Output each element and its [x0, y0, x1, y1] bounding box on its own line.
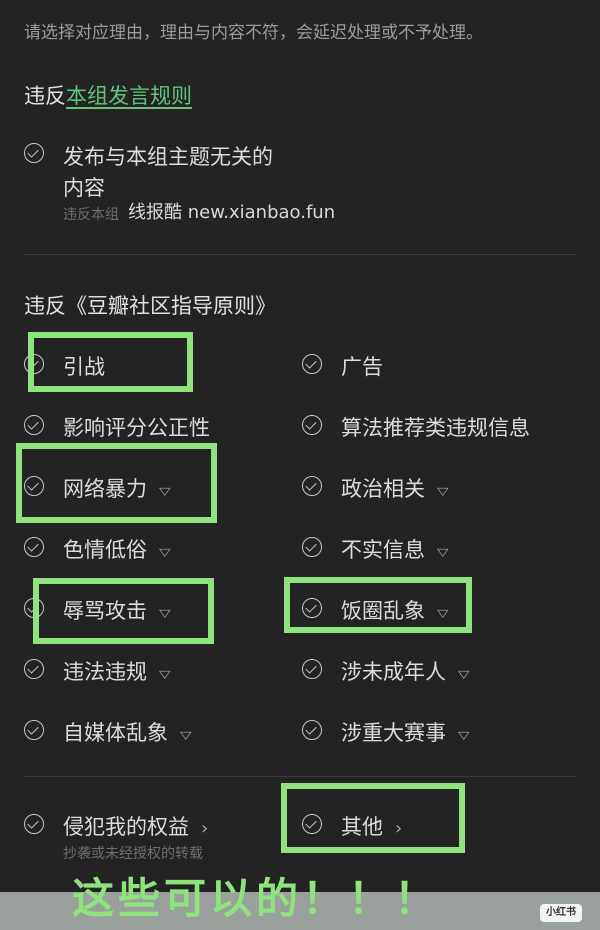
- option-off-topic-desc: 违反本组: [63, 207, 119, 223]
- option-ads[interactable]: 广告: [341, 351, 383, 381]
- report-notice: 请选择对应理由，理由与内容不符，会延迟处理或不予处理。: [24, 23, 483, 43]
- option-rating-fairness[interactable]: 影响评分公正性: [63, 412, 210, 442]
- check-circle-icon[interactable]: [302, 354, 322, 374]
- check-circle-icon[interactable]: [302, 720, 322, 740]
- check-circle-icon[interactable]: [24, 415, 44, 435]
- chevron-down-icon: ▽: [458, 728, 470, 742]
- chevron-down-icon: ▽: [180, 728, 192, 742]
- highlight-box: [33, 578, 214, 644]
- divider: [24, 776, 577, 777]
- section-title-group-rules: 违反本组发言规则: [24, 80, 192, 110]
- option-politics[interactable]: 政治相关 ▽: [341, 473, 449, 503]
- check-circle-icon[interactable]: [302, 415, 322, 435]
- group-rules-link[interactable]: 本组发言规则: [66, 84, 192, 108]
- option-rights-infringement[interactable]: 侵犯我的权益 ›: [63, 811, 208, 841]
- option-major-events[interactable]: 涉重大赛事 ▽: [341, 717, 470, 747]
- section-prefix: 违反: [24, 84, 66, 108]
- rights-infringement-desc: 抄袭或未经授权的转载: [63, 846, 203, 862]
- annotation-caption: 这些可以的！！！: [72, 874, 441, 923]
- divider: [24, 254, 577, 255]
- option-misinformation[interactable]: 不实信息 ▽: [341, 534, 449, 564]
- chevron-down-icon: ▽: [159, 667, 171, 681]
- check-circle-icon[interactable]: [24, 143, 44, 163]
- option-off-topic[interactable]: 发布与本组主题无关的: [63, 141, 273, 171]
- check-circle-icon[interactable]: [24, 537, 44, 557]
- chevron-down-icon: ▽: [159, 545, 171, 559]
- check-circle-icon[interactable]: [302, 476, 322, 496]
- highlight-box: [281, 783, 465, 853]
- option-illegal[interactable]: 违法违规 ▽: [63, 656, 171, 686]
- option-algorithm-violation[interactable]: 算法推荐类违规信息: [341, 412, 530, 442]
- option-off-topic-line2[interactable]: 内容: [63, 172, 105, 202]
- highlight-box: [284, 577, 472, 633]
- xiaohongshu-logo: 小红书: [540, 904, 582, 922]
- check-circle-icon[interactable]: [302, 537, 322, 557]
- chevron-down-icon: ▽: [437, 545, 449, 559]
- check-circle-icon[interactable]: [302, 659, 322, 679]
- watermark: 线报酷 new.xianbao.fun: [128, 202, 336, 223]
- chevron-down-icon: ▽: [437, 484, 449, 498]
- check-circle-icon[interactable]: [24, 659, 44, 679]
- chevron-right-icon: ›: [201, 818, 209, 839]
- check-circle-icon[interactable]: [24, 814, 44, 834]
- highlight-box: [16, 443, 217, 523]
- check-circle-icon[interactable]: [24, 720, 44, 740]
- highlight-box: [28, 332, 193, 392]
- chevron-down-icon: ▽: [458, 667, 470, 681]
- option-vulgar[interactable]: 色情低俗 ▽: [63, 534, 171, 564]
- section-title-community-guidelines: 违反《豆瓣社区指导原则》: [24, 294, 276, 318]
- option-minors[interactable]: 涉未成年人 ▽: [341, 656, 470, 686]
- option-self-media-chaos[interactable]: 自媒体乱象 ▽: [63, 717, 192, 747]
